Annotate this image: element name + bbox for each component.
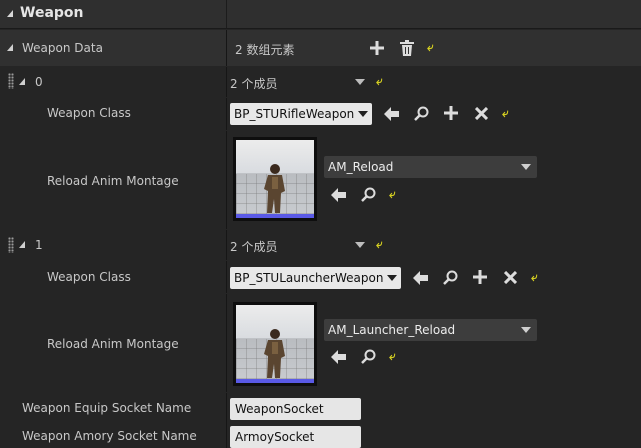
collapse-triangle-icon[interactable] (19, 241, 25, 248)
element-index: 0 (35, 75, 43, 89)
member-count: 2 个成员 (230, 77, 278, 91)
use-selected-arrow-icon[interactable] (331, 188, 346, 202)
equip-socket-label: Weapon Equip Socket Name (22, 401, 192, 415)
category-title: Weapon (20, 5, 84, 21)
weapon-class-row: Weapon Class BP_STURifleWeapon ⤶ (0, 98, 641, 130)
weapon-class-row: Weapon Class BP_STULauncherWeapon ⤶ (0, 261, 641, 293)
montage-combo[interactable]: AM_Reload (324, 156, 537, 178)
clear-icon[interactable] (475, 107, 488, 120)
use-selected-arrow-icon[interactable] (384, 107, 399, 121)
equip-socket-field[interactable]: WeaponSocket (230, 398, 361, 420)
weapon-class-label: Weapon Class (47, 270, 131, 284)
chevron-down-icon (521, 327, 531, 333)
browse-magnifier-icon[interactable] (361, 349, 376, 364)
browse-magnifier-icon[interactable] (361, 187, 376, 202)
montage-value: AM_Launcher_Reload (328, 323, 456, 337)
armory-socket-label: Weapon Amory Socket Name (22, 429, 197, 443)
reset-to-default-icon[interactable]: ⤶ (502, 107, 509, 119)
reset-to-default-icon[interactable]: ⤶ (376, 238, 383, 250)
montage-label: Reload Anim Montage (47, 174, 179, 188)
chevron-down-icon[interactable] (355, 79, 365, 85)
reset-to-default-icon[interactable]: ⤶ (389, 350, 396, 362)
collapse-triangle-icon[interactable] (19, 78, 25, 85)
category-header[interactable]: Weapon (0, 0, 641, 29)
clear-icon[interactable] (504, 271, 517, 284)
use-selected-arrow-icon[interactable] (413, 271, 428, 285)
weapon-class-label: Weapon Class (47, 106, 131, 120)
equip-socket-row: Weapon Equip Socket Name WeaponSocket (0, 393, 641, 421)
weapon-data-row: Weapon Data 2 数组元素 ⤶ (0, 30, 641, 66)
armory-socket-field[interactable]: ArmoySocket (230, 426, 361, 448)
armory-socket-row: Weapon Amory Socket Name ArmoySocket (0, 421, 641, 448)
character-preview (264, 164, 285, 213)
add-icon[interactable] (370, 41, 384, 55)
chevron-down-icon (521, 164, 531, 170)
drag-handle-icon[interactable] (8, 237, 14, 253)
asset-thumbnail[interactable] (233, 137, 317, 221)
montage-label: Reload Anim Montage (47, 337, 179, 351)
reset-to-default-icon[interactable]: ⤶ (389, 188, 396, 200)
character-preview (264, 329, 285, 378)
add-icon[interactable] (473, 270, 487, 284)
montage-combo[interactable]: AM_Launcher_Reload (324, 319, 537, 341)
chevron-down-icon[interactable] (355, 242, 365, 248)
drag-handle-icon[interactable] (8, 73, 14, 89)
weapon-class-combo[interactable]: BP_STURifleWeapon (230, 103, 372, 125)
chevron-down-icon (387, 275, 397, 281)
element-index: 1 (35, 238, 43, 252)
delete-icon[interactable] (400, 40, 414, 56)
array-element-0: 0 2 个成员 ⤶ (0, 67, 641, 97)
reload-montage-row: Reload Anim Montage AM_Reload ⤶ (0, 131, 641, 229)
weapon-class-combo[interactable]: BP_STULauncherWeapon (230, 267, 401, 289)
add-icon[interactable] (444, 106, 458, 120)
montage-value: AM_Reload (328, 160, 394, 174)
use-selected-arrow-icon[interactable] (331, 350, 346, 364)
browse-magnifier-icon[interactable] (443, 270, 458, 285)
array-element-1: 1 2 个成员 ⤶ (0, 230, 641, 260)
weapon-class-value: BP_STULauncherWeapon (234, 271, 384, 285)
asset-thumbnail[interactable] (233, 302, 317, 386)
member-count: 2 个成员 (230, 240, 278, 254)
details-panel: Weapon Weapon Data 2 数组元素 ⤶ 0 2 个成员 ⤶ We… (0, 0, 641, 448)
array-summary: 2 数组元素 (235, 43, 295, 57)
collapse-triangle-icon[interactable] (7, 44, 13, 51)
weapon-class-value: BP_STURifleWeapon (234, 107, 355, 121)
browse-magnifier-icon[interactable] (414, 106, 429, 121)
reset-to-default-icon[interactable]: ⤶ (427, 41, 434, 53)
chevron-down-icon (358, 111, 368, 117)
weapon-data-label: Weapon Data (22, 41, 103, 55)
collapse-triangle-icon[interactable] (7, 10, 13, 17)
reset-to-default-icon[interactable]: ⤶ (531, 271, 538, 283)
reset-to-default-icon[interactable]: ⤶ (376, 75, 383, 87)
reload-montage-row: Reload Anim Montage AM_Launcher_Reload ⤶ (0, 294, 641, 392)
